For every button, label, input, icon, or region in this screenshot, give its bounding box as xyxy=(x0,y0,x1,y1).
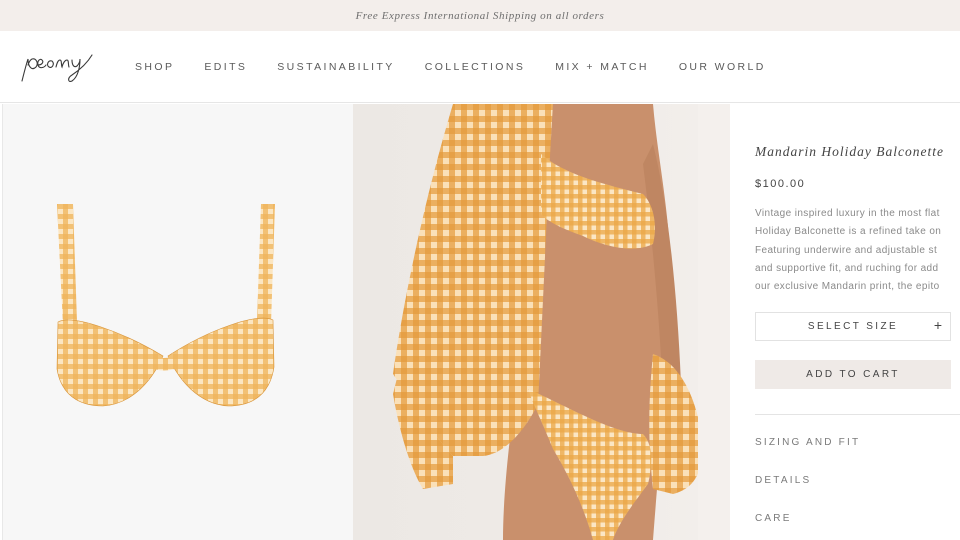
promo-text: Free Express International Shipping on a… xyxy=(355,9,605,22)
nav-item-mix-match[interactable]: MIX + MATCH xyxy=(555,61,649,73)
product-details: Mandarin Holiday Balconette $100.00 Vint… xyxy=(730,104,960,540)
accordion-details[interactable]: DETAILS xyxy=(755,475,811,486)
product-price: $100.00 xyxy=(755,178,806,190)
description-line: and supportive fit, and ruching for add xyxy=(755,262,939,274)
select-size-label: SELECT SIZE xyxy=(807,321,899,332)
product-description: Vintage inspired luxury in the most flat… xyxy=(755,205,960,296)
nav-item-edits[interactable]: EDITS xyxy=(204,61,247,73)
brand-logo-text: peony xyxy=(16,43,17,44)
product-image-flat[interactable] xyxy=(2,104,353,540)
brand-logo[interactable]: peony xyxy=(16,43,100,87)
bikini-top-image xyxy=(56,204,275,407)
nav-item-collections[interactable]: COLLECTIONS xyxy=(425,61,526,73)
model-photo xyxy=(393,104,730,540)
plus-icon: + xyxy=(933,317,942,333)
description-line: Featuring underwire and adjustable st xyxy=(755,244,938,256)
description-line: our exclusive Mandarin print, the epito xyxy=(755,281,940,293)
product-title: Mandarin Holiday Balconette xyxy=(755,144,944,159)
nav-item-our-world[interactable]: OUR WORLD xyxy=(679,61,766,73)
site-header: peony SHOP EDITS SUSTAINABILITY COLLECTI… xyxy=(0,31,960,103)
divider xyxy=(755,414,960,415)
select-size-dropdown[interactable]: SELECT SIZE + xyxy=(755,312,951,341)
nav-item-sustainability[interactable]: SUSTAINABILITY xyxy=(277,61,394,73)
nav-item-shop[interactable]: SHOP xyxy=(135,61,174,73)
accordion-care[interactable]: CARE xyxy=(755,513,792,524)
description-line: Vintage inspired luxury in the most flat xyxy=(755,208,940,219)
logo-script-icon xyxy=(21,54,93,82)
description-line: Holiday Balconette is a refined take on xyxy=(755,226,942,238)
main-nav: SHOP EDITS SUSTAINABILITY COLLECTIONS MI… xyxy=(135,31,796,103)
product-main: Mandarin Holiday Balconette $100.00 Vint… xyxy=(0,104,960,540)
product-image-model[interactable] xyxy=(353,104,730,540)
add-to-cart-button[interactable]: ADD TO CART xyxy=(755,360,951,389)
accordion-sizing-and-fit[interactable]: SIZING AND FIT xyxy=(755,437,860,448)
promo-bar: Free Express International Shipping on a… xyxy=(0,0,960,31)
